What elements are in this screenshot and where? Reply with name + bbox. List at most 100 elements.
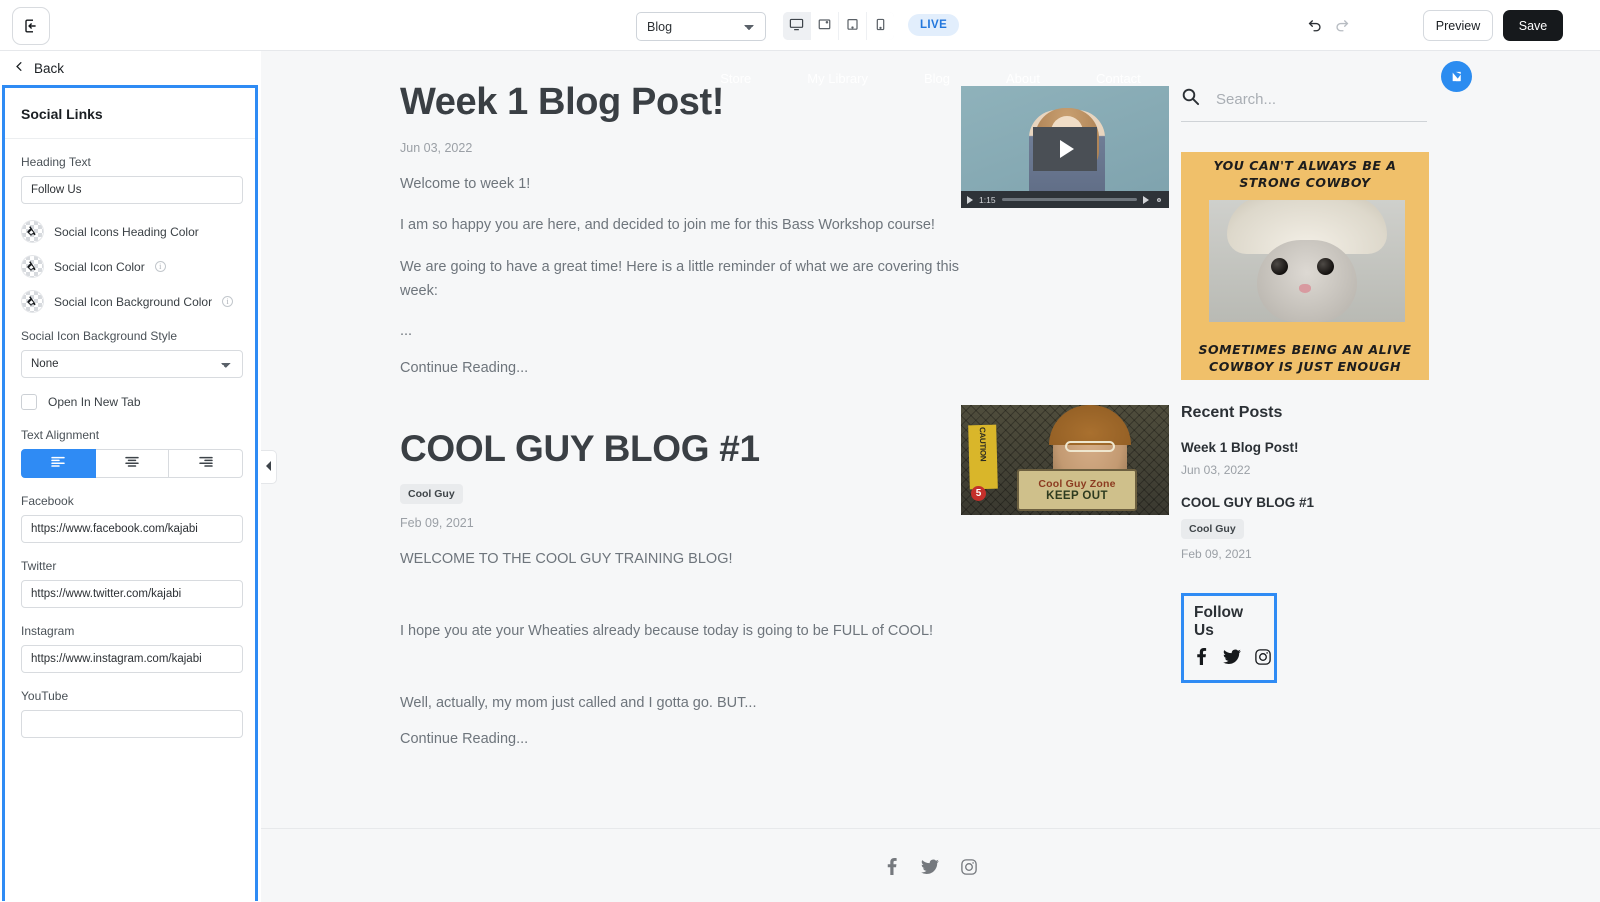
exit-editor-button[interactable]: [12, 7, 50, 45]
social-links-settings-card: Social Links Heading Text Social Icons H…: [2, 85, 258, 901]
cat-eye: [1271, 258, 1288, 275]
follow-us-icons: [1194, 648, 1271, 670]
footer-divider: [261, 828, 1600, 829]
left-settings-panel: Back Social Links Heading Text Social Ic…: [0, 51, 261, 902]
device-laptop-button[interactable]: [811, 12, 838, 40]
meme-bottom-text: SOMETIMES BEING AN ALIVE COWBOY IS JUST …: [1198, 342, 1412, 375]
device-tablet-button[interactable]: [839, 12, 866, 40]
youtube-input[interactable]: [21, 710, 243, 738]
cat-face: [1257, 240, 1357, 322]
device-mobile-button[interactable]: [867, 12, 894, 40]
back-button[interactable]: Back: [0, 51, 261, 85]
blog-post-1: Week 1 Blog Post! Jun 03, 2022 Welcome t…: [400, 81, 960, 376]
facebook-icon[interactable]: [885, 858, 899, 880]
post-title[interactable]: Week 1 Blog Post!: [400, 81, 960, 125]
social-icon-background-style-select[interactable]: None: [21, 350, 243, 378]
heading-text-input[interactable]: [21, 176, 243, 204]
page-select[interactable]: Blog: [636, 12, 766, 41]
cat-eye: [1317, 258, 1334, 275]
play-icon[interactable]: [1033, 127, 1097, 171]
post-video-player[interactable]: 1:15: [961, 86, 1169, 208]
instagram-icon[interactable]: [960, 858, 977, 880]
post-date: Feb 09, 2021: [400, 516, 474, 531]
device-preview-group: [783, 12, 894, 40]
facebook-icon[interactable]: [1194, 648, 1209, 670]
panel-title: Social Links: [5, 88, 255, 139]
continue-reading-link[interactable]: Continue Reading...: [400, 360, 960, 376]
info-icon[interactable]: i: [154, 261, 166, 272]
social-icon-color-label: Social Icon Color: [54, 259, 145, 274]
no-color-swatch-icon[interactable]: [21, 290, 44, 313]
social-icons-heading-color-label: Social Icons Heading Color: [54, 224, 199, 239]
play-icon[interactable]: [967, 195, 973, 204]
twitter-icon[interactable]: [1223, 649, 1241, 670]
recent-post-item: Week 1 Blog Post! Jun 03, 2022: [1181, 440, 1441, 477]
redo-button[interactable]: [1330, 13, 1354, 37]
info-icon[interactable]: i: [222, 296, 234, 307]
device-desktop-button[interactable]: [783, 12, 810, 40]
site-preview-canvas: Store My Library Blog About Contact Week…: [261, 51, 1600, 902]
chevron-left-icon: [14, 59, 25, 77]
top-toolbar: Blog LIVE Preview Save: [0, 0, 1600, 51]
sidebar-meme-image[interactable]: YOU CAN'T ALWAYS BE A STRONG COWBOY SOME…: [1181, 152, 1429, 380]
heading-text-label: Heading Text: [21, 155, 91, 169]
back-label: Back: [34, 60, 65, 76]
recent-posts-heading: Recent Posts: [1181, 404, 1283, 421]
collapse-panel-handle[interactable]: [261, 450, 277, 484]
cat-nose: [1299, 284, 1311, 293]
align-center-button[interactable]: [95, 449, 170, 478]
blog-post-list: Week 1 Blog Post! Jun 03, 2022 Welcome t…: [400, 81, 960, 747]
recent-post-title[interactable]: COOL GUY BLOG #1: [1181, 495, 1441, 510]
search-input[interactable]: Search...: [1216, 91, 1276, 108]
volume-icon[interactable]: [1143, 195, 1149, 204]
post-paragraph: I hope you ate your Wheaties already bec…: [400, 622, 934, 639]
undo-button[interactable]: [1303, 13, 1327, 37]
instagram-input[interactable]: [21, 645, 243, 673]
exit-icon: [23, 18, 39, 34]
no-color-swatch-icon[interactable]: [21, 220, 44, 243]
continue-reading-link[interactable]: Continue Reading...: [400, 731, 960, 747]
tablet-icon: [845, 17, 860, 35]
recent-post-tag-badge[interactable]: Cool Guy: [1181, 519, 1244, 539]
caution-sign: CAUTION: [968, 424, 998, 490]
recent-post-date: Jun 03, 2022: [1181, 463, 1251, 477]
twitter-input[interactable]: [21, 580, 243, 608]
follow-us-widget-selected[interactable]: Follow Us: [1181, 593, 1277, 683]
instagram-icon[interactable]: [1255, 648, 1271, 670]
recent-post-title[interactable]: Week 1 Blog Post!: [1181, 440, 1441, 455]
align-left-button[interactable]: [21, 449, 96, 478]
facebook-input[interactable]: [21, 515, 243, 543]
open-in-new-tab-row[interactable]: Open In New Tab: [21, 394, 239, 410]
align-right-button[interactable]: [169, 449, 244, 478]
channel-badge: 5: [971, 486, 986, 501]
nav-item-about[interactable]: About: [1006, 71, 1040, 86]
chevron-left-icon: [265, 458, 273, 476]
search-icon[interactable]: [1181, 87, 1200, 111]
post-image-cool-guy[interactable]: CAUTION 5 Cool Guy Zone KEEP OUT: [961, 405, 1169, 515]
blog-sidebar: Search... YOU CAN'T ALWAYS BE A STRONG C…: [1181, 87, 1441, 683]
preview-button[interactable]: Preview: [1423, 10, 1493, 41]
social-icons-heading-color-row[interactable]: Social Icons Heading Color: [21, 220, 239, 243]
search-widget[interactable]: Search...: [1181, 87, 1427, 122]
align-left-icon: [51, 456, 66, 471]
save-button[interactable]: Save: [1503, 10, 1563, 41]
twitter-icon[interactable]: [920, 859, 939, 880]
video-progress-slider[interactable]: [1001, 198, 1137, 201]
video-controls-bar: 1:15: [961, 191, 1169, 208]
nav-item-contact[interactable]: Contact: [1096, 71, 1141, 86]
open-in-new-tab-checkbox[interactable]: [21, 394, 37, 410]
twitter-label: Twitter: [21, 559, 57, 573]
meme-top-text: YOU CAN'T ALWAYS BE A STRONG COWBOY: [1213, 158, 1397, 190]
settings-gear-icon[interactable]: [1155, 191, 1163, 209]
kajabi-logo-icon[interactable]: [1441, 61, 1472, 92]
social-icon-color-row[interactable]: Social Icon Color i: [21, 255, 239, 278]
video-duration: 1:15: [979, 194, 996, 205]
laptop-icon: [817, 17, 832, 35]
desktop-icon: [789, 17, 804, 35]
post-title[interactable]: COOL GUY BLOG #1: [400, 428, 960, 471]
mobile-icon: [873, 17, 888, 35]
post-tag-badge[interactable]: Cool Guy: [400, 484, 463, 505]
recent-post-item: COOL GUY BLOG #1 Cool Guy Feb 09, 2021: [1181, 495, 1441, 561]
social-icon-background-color-row[interactable]: Social Icon Background Color i: [21, 290, 239, 313]
no-color-swatch-icon[interactable]: [21, 255, 44, 278]
